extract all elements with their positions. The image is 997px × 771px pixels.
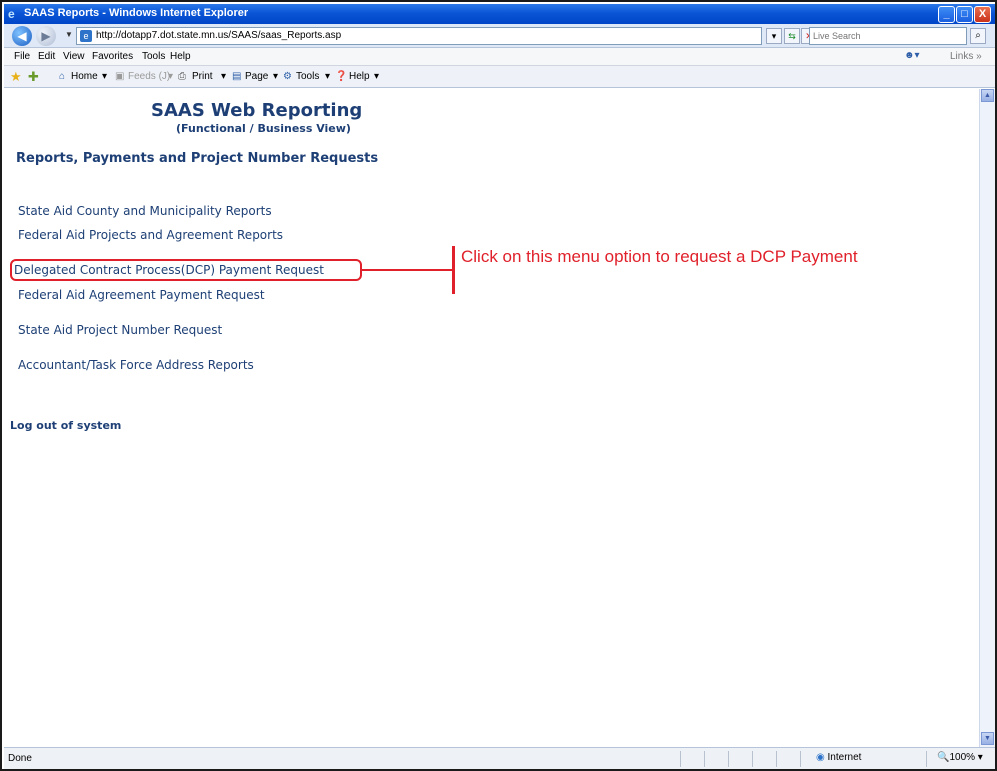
page-content: SAAS Web Reporting (Functional / Busines… [4, 89, 979, 747]
status-divider [728, 751, 729, 767]
address-toolbar: ◀ ▶ ▼ e http://dotapp7.dot.state.mn.us/S… [4, 24, 995, 48]
scroll-up-icon[interactable]: ▲ [981, 89, 994, 102]
zoom-level: 100% [949, 752, 976, 763]
page-title: SAAS Web Reporting [151, 100, 363, 121]
print-dropdown-icon[interactable]: ▾ [221, 71, 226, 82]
page-dropdown-icon[interactable]: ▾ [273, 71, 278, 82]
maximize-button[interactable]: □ [956, 6, 973, 23]
menu-favorites[interactable]: Favorites [92, 51, 133, 62]
annotation-callout-text: Click on this menu option to request a D… [461, 247, 858, 266]
home-button[interactable]: Home [71, 71, 98, 82]
globe-icon: ◉ [816, 752, 825, 763]
search-icon[interactable]: ⌕ [970, 28, 986, 44]
scroll-down-icon[interactable]: ▼ [981, 732, 994, 745]
print-icon: ⎙ [178, 71, 186, 82]
command-bar: ★ ✚ ⌂ Home ▾ ▣ Feeds (J) ▾ ⎙ Print ▾ ▤ P… [4, 66, 995, 88]
section-title: Reports, Payments and Project Number Req… [16, 151, 379, 166]
feeds-button[interactable]: Feeds (J) [128, 71, 170, 82]
address-dropdown-icon[interactable]: ▾ [766, 28, 782, 44]
page-subtitle: (Functional / Business View) [176, 122, 351, 135]
logout-link[interactable]: Log out of system [10, 419, 121, 432]
search-box[interactable] [809, 27, 967, 45]
tools-button[interactable]: Tools [296, 71, 319, 82]
status-divider [680, 751, 681, 767]
messenger-icon[interactable]: ☻▾ [904, 50, 920, 61]
favorites-star-icon[interactable]: ★ [10, 69, 22, 85]
minimize-button[interactable]: _ [938, 6, 955, 23]
link-federal-aid-reports[interactable]: Federal Aid Projects and Agreement Repor… [18, 228, 283, 242]
menu-help[interactable]: Help [170, 51, 191, 62]
status-divider [776, 751, 777, 767]
links-toolbar[interactable]: Links » [950, 51, 982, 62]
link-accountant-reports[interactable]: Accountant/Task Force Address Reports [18, 358, 254, 372]
address-field[interactable]: e http://dotapp7.dot.state.mn.us/SAAS/sa… [76, 27, 762, 45]
feeds-dropdown-icon[interactable]: ▾ [168, 71, 173, 82]
link-state-aid-reports[interactable]: State Aid County and Municipality Report… [18, 204, 272, 218]
url-text: http://dotapp7.dot.state.mn.us/SAAS/saas… [96, 30, 342, 41]
page-button[interactable]: Page [245, 71, 268, 82]
page-menu-icon: ▤ [232, 71, 242, 82]
tools-dropdown-icon[interactable]: ▾ [325, 71, 330, 82]
menu-view[interactable]: View [63, 51, 85, 62]
home-dropdown-icon[interactable]: ▾ [102, 71, 107, 82]
menu-file[interactable]: File [14, 51, 30, 62]
status-text: Done [8, 753, 32, 764]
back-button[interactable]: ◀ [12, 26, 32, 46]
window-title: SAAS Reports - Windows Internet Explorer [24, 7, 249, 19]
close-button[interactable]: X [974, 6, 991, 23]
internet-zone[interactable]: ◉ Internet [816, 752, 861, 763]
ie-icon: e [8, 7, 15, 21]
browser-window: e SAAS Reports - Windows Internet Explor… [0, 0, 997, 771]
menu-bar: File Edit View Favorites Tools Help ☻▾ L… [4, 48, 995, 66]
annotation-connector-line [362, 269, 454, 271]
history-dropdown-icon[interactable]: ▼ [65, 30, 73, 39]
tools-gear-icon: ⚙ [283, 71, 292, 82]
menu-edit[interactable]: Edit [38, 51, 55, 62]
vertical-scrollbar[interactable]: ▲ ▼ [979, 89, 995, 747]
help-icon: ❓ [335, 71, 348, 82]
link-project-number-request[interactable]: State Aid Project Number Request [18, 323, 222, 337]
status-divider [926, 751, 927, 767]
search-input[interactable] [810, 28, 960, 44]
help-button[interactable]: Help [349, 71, 370, 82]
status-divider [752, 751, 753, 767]
print-button[interactable]: Print [192, 71, 213, 82]
menu-tools[interactable]: Tools [142, 51, 165, 62]
forward-button[interactable]: ▶ [36, 26, 56, 46]
zoom-control[interactable]: 🔍100% ▾ [937, 752, 983, 763]
title-bar: e SAAS Reports - Windows Internet Explor… [4, 4, 995, 24]
zoom-icon: 🔍 [937, 752, 950, 763]
page-icon: e [80, 30, 92, 42]
feeds-icon: ▣ [115, 71, 125, 82]
annotation-highlight-box [10, 259, 362, 281]
add-favorites-icon[interactable]: ✚ [28, 69, 39, 85]
status-bar: Done ◉ Internet 🔍100% ▾ [4, 747, 995, 769]
status-divider [704, 751, 705, 767]
home-icon: ⌂ [59, 71, 66, 82]
status-divider [800, 751, 801, 767]
zone-label: Internet [827, 752, 862, 763]
annotation-bracket [452, 246, 455, 294]
link-federal-aid-payment-request[interactable]: Federal Aid Agreement Payment Request [18, 288, 265, 302]
help-dropdown-icon[interactable]: ▾ [374, 71, 379, 82]
refresh-icon[interactable]: ⇆ [784, 28, 800, 44]
